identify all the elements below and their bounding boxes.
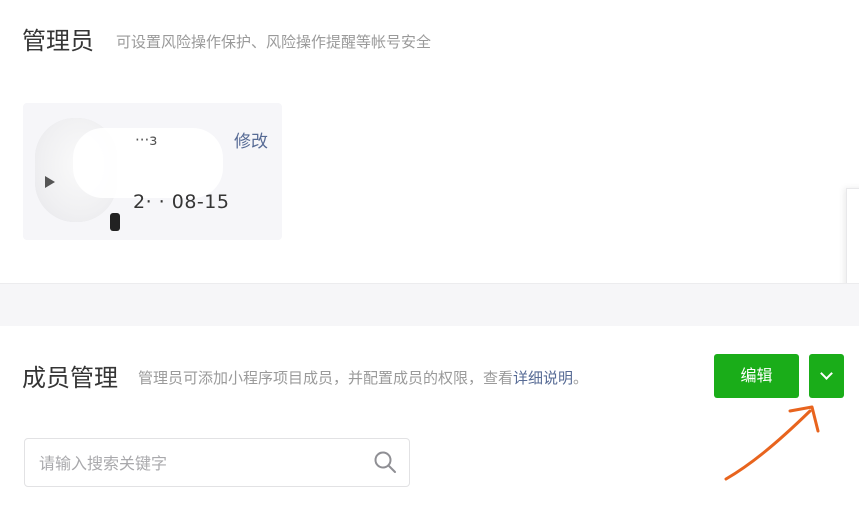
- admin-section-title: 管理员: [22, 27, 94, 55]
- avatar-fragment-mark: [45, 176, 55, 188]
- admin-edit-link[interactable]: 修改: [234, 127, 268, 152]
- search-input[interactable]: [37, 439, 361, 488]
- search-box: [24, 438, 410, 488]
- details-link[interactable]: 详细说明: [513, 369, 573, 387]
- member-section-description: 管理员可添加小程序项目成员，并配置成员的权限，查看详细说明。: [138, 368, 588, 388]
- admin-name: ···з: [135, 131, 158, 149]
- avatar-fragment-dot: [110, 213, 120, 231]
- dropdown-button[interactable]: [809, 354, 844, 398]
- search-icon[interactable]: [373, 450, 397, 474]
- annotation-arrow: [724, 405, 820, 481]
- member-section-title: 成员管理: [22, 364, 118, 392]
- section-divider: [0, 283, 859, 326]
- admin-card: ···з 修改 2· · 08-15: [23, 103, 282, 240]
- member-description-text: 管理员可添加小程序项目成员，并配置成员的权限，查看: [138, 369, 514, 387]
- member-description-end: 。: [573, 369, 589, 387]
- admin-bind-date: 2· · 08-15: [133, 191, 230, 213]
- edit-button[interactable]: 编辑: [714, 354, 799, 398]
- chevron-down-icon: [820, 367, 833, 380]
- admin-section-description: 可设置风险操作保护、风险操作提醒等帐号安全: [116, 33, 432, 51]
